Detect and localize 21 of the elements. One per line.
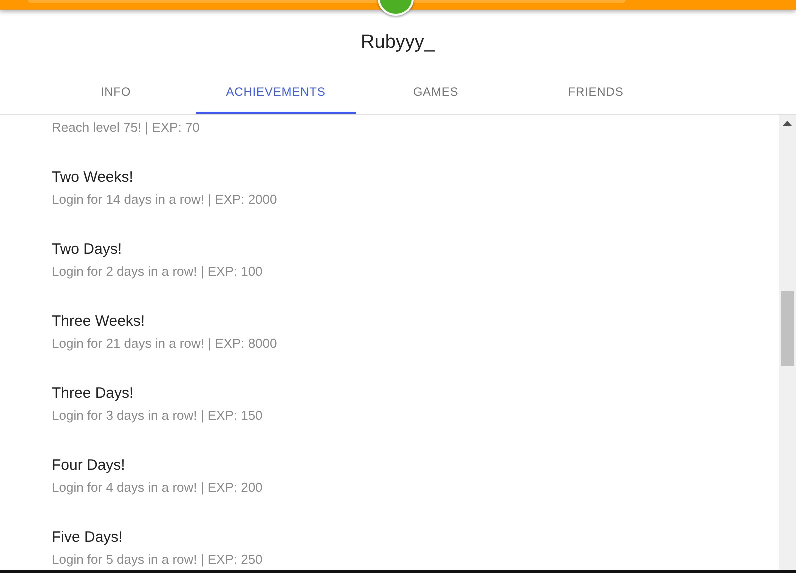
tab[interactable]: INFO: [36, 71, 196, 114]
username: Rubyyy_: [361, 31, 435, 55]
achievement-description: Login for 2 days in a row! | EXP: 100: [52, 263, 264, 281]
achievement-title: Three Weeks!: [52, 312, 146, 332]
achievement-description: Login for 4 days in a row! | EXP: 200: [52, 479, 264, 497]
tab[interactable]: FRIENDS: [516, 71, 676, 114]
achievement-title: Two Weeks!: [52, 168, 134, 188]
achievement-title: Three Days!: [52, 384, 135, 404]
achievement-description: Login for 21 days in a row! | EXP: 8000: [52, 335, 278, 353]
achievement-title: Two Days!: [52, 240, 124, 260]
achievement-description: Login for 5 days in a row! | EXP: 250: [52, 551, 264, 569]
scrollbar-thumb[interactable]: [781, 291, 794, 366]
achievement-description: Login for 14 days in a row! | EXP: 2000: [52, 191, 278, 209]
tab[interactable]: GAMES: [356, 71, 516, 114]
achievement-title: Four Days!: [52, 456, 126, 476]
achievement-description: Login for 3 days in a row! | EXP: 150: [52, 407, 264, 425]
scroll-up-arrow-icon[interactable]: [783, 121, 792, 126]
tab[interactable]: ACHIEVEMENTS: [196, 71, 356, 114]
scrollbar[interactable]: [779, 115, 796, 573]
achievement-description: Reach level 75! | EXP: 70: [52, 119, 201, 137]
achievement-title: Five Days!: [52, 528, 124, 548]
